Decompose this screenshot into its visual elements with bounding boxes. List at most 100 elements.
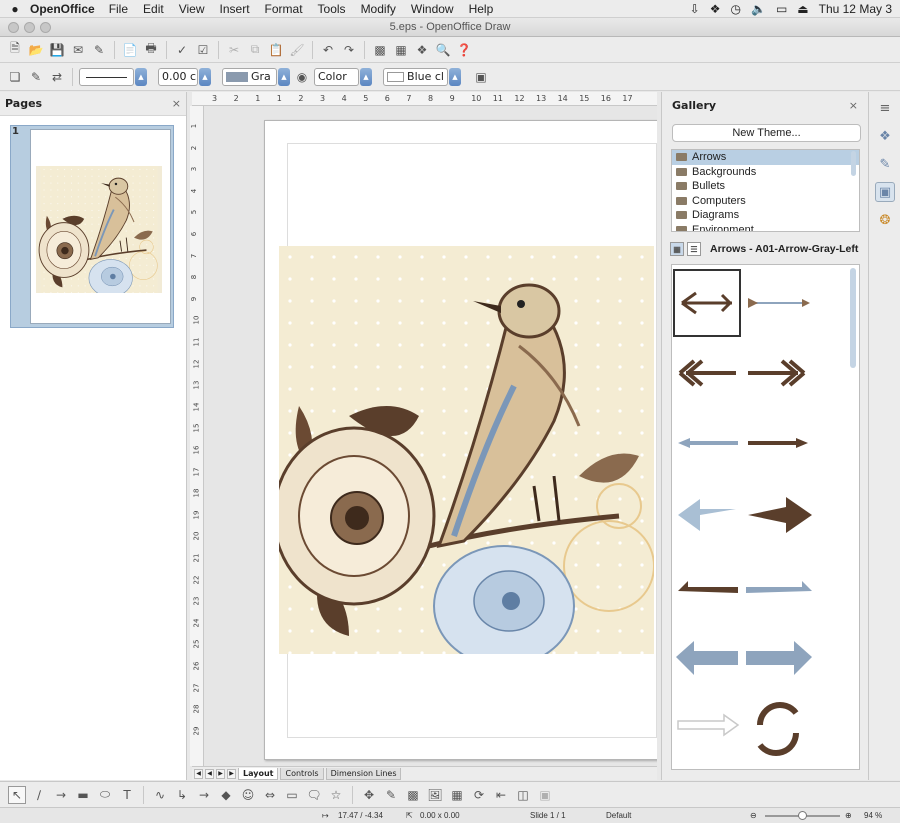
line-color-select[interactable]: Gra xyxy=(222,67,277,86)
bird-illustration[interactable] xyxy=(279,246,654,654)
drawing-canvas[interactable] xyxy=(204,106,657,766)
theme-item[interactable]: Arrows xyxy=(672,150,859,165)
time-machine-icon[interactable]: ◷ xyxy=(731,2,741,16)
menu-file[interactable]: File xyxy=(109,2,128,16)
table-icon[interactable]: ▦ xyxy=(392,41,410,59)
theme-item[interactable]: Diagrams xyxy=(672,208,859,223)
dropbox-icon[interactable]: ❖ xyxy=(710,2,721,16)
last-tab-button[interactable]: ▶ xyxy=(227,768,236,779)
menu-tools[interactable]: Tools xyxy=(318,2,346,16)
navigator-icon[interactable]: ❖ xyxy=(413,41,431,59)
undo-icon[interactable]: ↶ xyxy=(319,41,337,59)
autospell-icon[interactable]: ☑ xyxy=(194,41,212,59)
line-style-select[interactable] xyxy=(79,67,134,86)
curve-icon[interactable]: ∿ xyxy=(151,786,169,804)
from-file-icon[interactable]: 🖼 xyxy=(426,786,444,804)
detail-view-icon[interactable]: ☰ xyxy=(687,242,701,256)
menu-format[interactable]: Format xyxy=(265,2,303,16)
sidebar-menu-icon[interactable]: ≡ xyxy=(875,98,895,118)
theme-item[interactable]: Computers xyxy=(672,194,859,209)
gallery-icon[interactable]: ▣ xyxy=(875,182,895,202)
line-width-field[interactable]: 0.00 cm xyxy=(158,67,198,86)
minimize-window-icon[interactable] xyxy=(24,22,35,33)
ellipse-icon[interactable]: ⬭ xyxy=(96,786,114,804)
tab-dimension-lines[interactable]: Dimension Lines xyxy=(325,767,402,780)
chart-icon[interactable]: ▩ xyxy=(371,41,389,59)
line-style-dropdown[interactable]: ▲ xyxy=(135,67,147,86)
clone-format-icon[interactable]: 🖌 xyxy=(288,41,306,59)
tab-controls[interactable]: Controls xyxy=(280,767,324,780)
extrusion-icon[interactable]: ▣ xyxy=(536,786,554,804)
line-color-dropdown[interactable]: ▲ xyxy=(278,67,290,86)
prev-tab-button[interactable]: ◀ xyxy=(205,768,214,779)
menu-edit[interactable]: Edit xyxy=(143,2,164,16)
redo-icon[interactable]: ↷ xyxy=(340,41,358,59)
area-icon[interactable]: ◉ xyxy=(293,68,311,86)
new-theme-button[interactable]: New Theme... xyxy=(672,124,861,142)
styles-formatting-icon[interactable]: ✎ xyxy=(875,154,895,174)
symbol-shapes-icon[interactable]: ☺ xyxy=(239,786,257,804)
save-icon[interactable]: 💾 xyxy=(48,41,66,59)
tab-layout[interactable]: Layout xyxy=(238,767,279,780)
gallery-scrollbar[interactable] xyxy=(850,268,856,368)
next-tab-button[interactable]: ▶ xyxy=(216,768,225,779)
area-style-select[interactable]: Color xyxy=(314,67,359,86)
properties-icon[interactable]: ❖ xyxy=(875,126,895,146)
rotate-icon[interactable]: ⟳ xyxy=(470,786,488,804)
clock[interactable]: Thu 12 May 3 xyxy=(819,2,892,16)
line-tool-icon[interactable]: ∕ xyxy=(30,786,48,804)
eject-icon[interactable]: ⏏ xyxy=(797,2,808,16)
pages-panel-close-button[interactable]: × xyxy=(172,97,181,110)
arrow-style-icon[interactable]: ⇄ xyxy=(48,68,66,86)
flowchart-icon[interactable]: ▭ xyxy=(283,786,301,804)
gallery-toggle-icon[interactable]: ▦ xyxy=(448,786,466,804)
shadow-icon[interactable]: ▣ xyxy=(472,68,490,86)
block-arrows-icon[interactable]: ⇔ xyxy=(261,786,279,804)
new-document-icon[interactable]: 🗎 xyxy=(6,41,24,59)
export-pdf-icon[interactable]: 📄 xyxy=(121,41,139,59)
arrange-icon[interactable]: ◫ xyxy=(514,786,532,804)
stars-icon[interactable]: ☆ xyxy=(327,786,345,804)
fontwork-icon[interactable]: ▩ xyxy=(404,786,422,804)
select-icon[interactable]: ↖ xyxy=(8,785,26,804)
line-icon[interactable]: ✎ xyxy=(27,68,45,86)
lines-arrows-icon[interactable]: → xyxy=(195,786,213,804)
theme-item[interactable]: Environment xyxy=(672,223,859,231)
points-icon[interactable]: ✥ xyxy=(360,786,378,804)
gallery-close-button[interactable]: × xyxy=(849,99,858,112)
menu-modify[interactable]: Modify xyxy=(361,2,396,16)
line-width-stepper[interactable]: ▲ xyxy=(199,67,211,86)
theme-list-scrollbar[interactable] xyxy=(851,151,856,176)
navigator-compass-icon[interactable]: ❂ xyxy=(875,210,895,230)
cut-icon[interactable]: ✂ xyxy=(225,41,243,59)
zoom-window-icon[interactable] xyxy=(40,22,51,33)
basic-shapes-icon[interactable]: ◆ xyxy=(217,786,235,804)
styles-icon[interactable]: ❏ xyxy=(6,68,24,86)
zoom-out-icon[interactable]: ⊖ xyxy=(750,811,757,820)
help-icon[interactable]: ❓ xyxy=(455,41,473,59)
spellcheck-icon[interactable]: ✓ xyxy=(173,41,191,59)
callouts-icon[interactable]: 🗨 xyxy=(305,786,323,804)
display-icon[interactable]: ▭ xyxy=(776,2,787,16)
zoom-icon[interactable]: 🔍 xyxy=(434,41,452,59)
zoom-slider-knob[interactable] xyxy=(797,811,807,820)
volume-icon[interactable]: 🔈 xyxy=(751,2,766,16)
close-window-icon[interactable] xyxy=(8,22,19,33)
copy-icon[interactable]: ⧉ xyxy=(246,41,264,59)
master-page[interactable]: Default xyxy=(606,811,631,820)
print-icon[interactable]: 🖶 xyxy=(142,41,160,59)
zoom-in-icon[interactable]: ⊕ xyxy=(845,811,852,820)
area-style-dropdown[interactable]: ▲ xyxy=(360,67,372,86)
align-icon[interactable]: ⇤ xyxy=(492,786,510,804)
icon-view-icon[interactable]: ▦ xyxy=(670,242,684,256)
edit-file-icon[interactable]: ✎ xyxy=(90,41,108,59)
glue-points-icon[interactable]: ✎ xyxy=(382,786,400,804)
rectangle-icon[interactable]: ▬ xyxy=(74,786,92,804)
download-icon[interactable]: ⇩ xyxy=(690,2,700,16)
area-color-select[interactable]: Blue cl xyxy=(383,67,448,86)
menu-view[interactable]: View xyxy=(179,2,205,16)
apple-menu-icon[interactable]: ● xyxy=(0,2,30,16)
theme-item[interactable]: Backgrounds xyxy=(672,165,859,180)
menu-insert[interactable]: Insert xyxy=(220,2,250,16)
first-tab-button[interactable]: ◀ xyxy=(194,768,203,779)
